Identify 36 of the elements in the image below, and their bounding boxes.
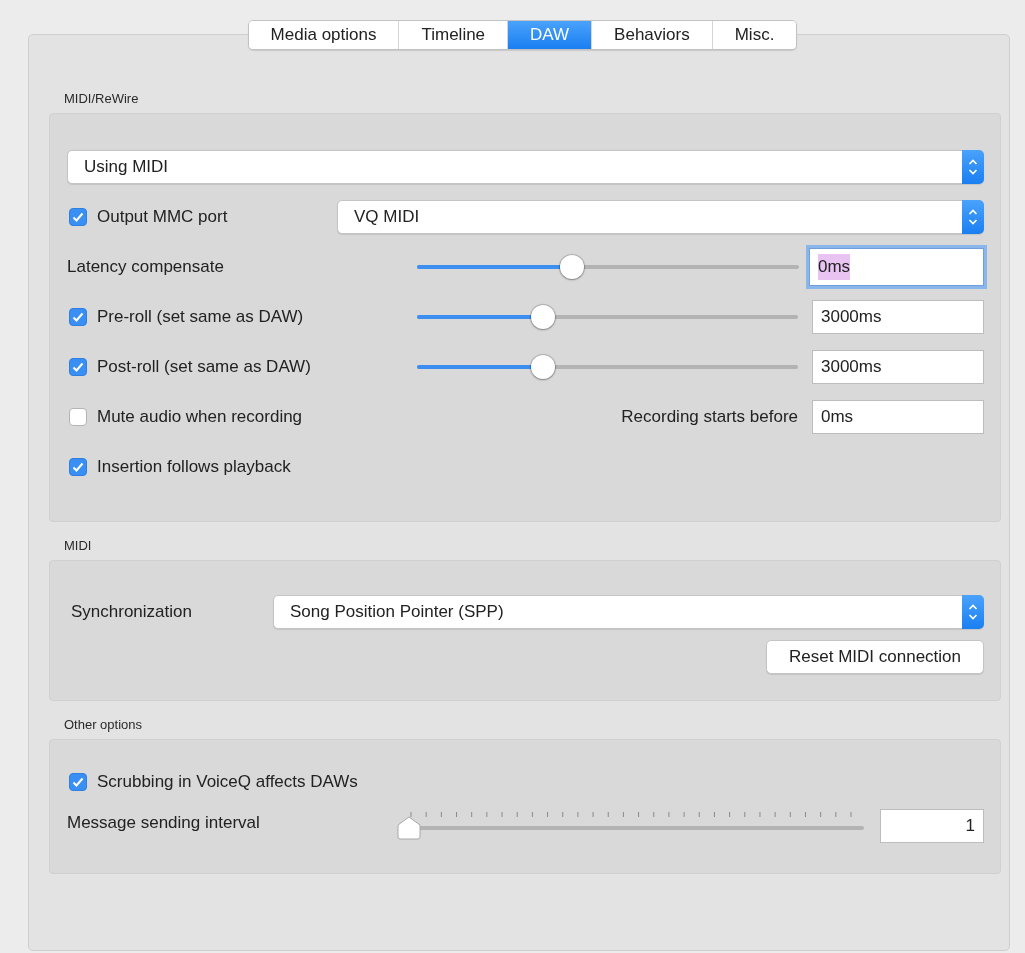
slider-label: Message sending interval — [67, 812, 261, 835]
checkbox[interactable] — [69, 308, 87, 326]
slider-thumb[interactable] — [396, 816, 422, 840]
field-label: Recording starts before — [621, 406, 798, 429]
text-field[interactable]: 0ms — [812, 400, 984, 434]
checkbox-label: Insertion follows playback — [97, 456, 291, 479]
text-field[interactable]: 0ms — [809, 248, 984, 286]
slider-thumb[interactable] — [560, 255, 585, 279]
reset-button[interactable]: Reset MIDI connection — [766, 640, 984, 674]
checkbox[interactable] — [69, 773, 87, 791]
text-field[interactable]: 1 — [880, 809, 984, 843]
group-title: Other options — [63, 717, 144, 733]
checkbox-label: Scrubbing in VoiceQ affects DAWs — [97, 771, 358, 794]
checkbox-label: Post-roll (set same as DAW) — [97, 356, 311, 379]
slider-thumb[interactable] — [531, 305, 556, 329]
checkbox[interactable] — [69, 208, 87, 226]
checkbox-label: Output MMC port — [97, 206, 228, 229]
dropdown[interactable]: Using MIDI — [67, 150, 984, 184]
tab[interactable]: Media options — [248, 21, 400, 49]
text-field[interactable]: 3000ms — [812, 300, 984, 334]
checkbox-label: Mute audio when recording — [97, 406, 303, 429]
checkbox[interactable] — [69, 358, 87, 376]
tab[interactable]: Misc. — [712, 21, 797, 49]
group-title: MIDI/ReWire — [63, 91, 140, 107]
slider-thumb[interactable] — [531, 355, 556, 379]
checkbox[interactable] — [69, 408, 87, 426]
checkbox[interactable] — [69, 458, 87, 476]
tab[interactable]: Behaviors — [592, 21, 713, 49]
dropdown[interactable]: Song Position Pointer (SPP) — [273, 595, 984, 629]
text-field[interactable]: 3000ms — [812, 350, 984, 384]
group-title: MIDI — [63, 538, 93, 554]
tab[interactable]: Timeline — [399, 21, 509, 49]
dropdown-label: Synchronization — [70, 601, 193, 624]
slider-label: Latency compensate — [67, 256, 224, 279]
dropdown[interactable]: VQ MIDI — [337, 200, 984, 234]
checkbox-label: Pre-roll (set same as DAW) — [97, 306, 304, 329]
